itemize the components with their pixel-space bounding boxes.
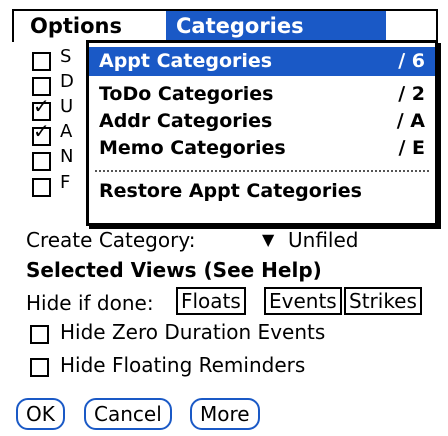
menu-item-addr-categories[interactable]: Addr Categories ∕ A [89,107,435,136]
categories-dropdown: Appt Categories ∕ 6 ToDo Categories ∕ 2 … [86,40,438,226]
menu-bar: Options Categories [12,9,438,42]
hide-floating-reminders-checkbox[interactable] [30,358,49,377]
menu-item-todo-categories[interactable]: ToDo Categories ∕ 2 [89,80,435,109]
create-category-picker[interactable]: Unfiled [288,228,358,252]
menu-item-label: Appt Categories [99,50,273,72]
menu-separator [95,170,429,172]
checkmark-icon: ✓ [33,94,50,118]
menu-options[interactable]: Options [20,11,132,42]
list-checkbox[interactable] [32,52,51,71]
menu-item-shortcut: ∕ A [396,110,425,132]
hide-floating-reminders-label: Hide Floating Reminders [60,353,306,377]
events-push-button[interactable]: Events [264,287,342,315]
hide-zero-duration-label: Hide Zero Duration Events [60,320,326,344]
menu-item-restore-appt-categories[interactable]: Restore Appt Categories [89,177,435,206]
ok-button[interactable]: OK [16,398,65,430]
menu-item-memo-categories[interactable]: Memo Categories ∕ E [89,134,435,163]
hide-if-done-label: Hide if done: [26,291,154,315]
selected-views-heading: Selected Views (See Help) [26,258,322,282]
checkmark-icon: ✓ [33,119,50,143]
list-item-letter: A [60,121,73,142]
hide-zero-duration-checkbox[interactable] [30,325,49,344]
menu-item-shortcut: ∕ 2 [398,83,425,105]
list-item-letter: S [60,46,72,67]
strikes-push-button[interactable]: Strikes [344,287,422,315]
menu-item-shortcut: ∕ 6 [398,50,425,72]
menu-item-label: Restore Appt Categories [99,180,362,202]
menu-item-label: Addr Categories [99,110,273,132]
menu-item-appt-categories[interactable]: Appt Categories ∕ 6 [89,47,435,76]
more-button[interactable]: More [190,398,260,430]
list-item-letter: D [60,71,74,92]
list-checkbox[interactable] [32,178,51,197]
cancel-button[interactable]: Cancel [84,398,172,430]
create-category-label: Create Category: [26,228,196,252]
menu-item-shortcut: ∕ E [398,137,425,159]
menu-categories[interactable]: Categories [166,11,386,42]
list-item-letter: F [60,172,71,193]
dropdown-arrow-icon[interactable]: ▼ [262,230,274,249]
list-checkbox[interactable] [32,152,51,171]
list-item-letter: U [60,96,74,117]
list-item-letter: N [60,146,74,167]
menu-item-label: ToDo Categories [99,83,274,105]
list-checkbox[interactable]: ✓ [32,121,51,146]
floats-push-button[interactable]: Floats [176,287,246,315]
menu-item-label: Memo Categories [99,137,286,159]
